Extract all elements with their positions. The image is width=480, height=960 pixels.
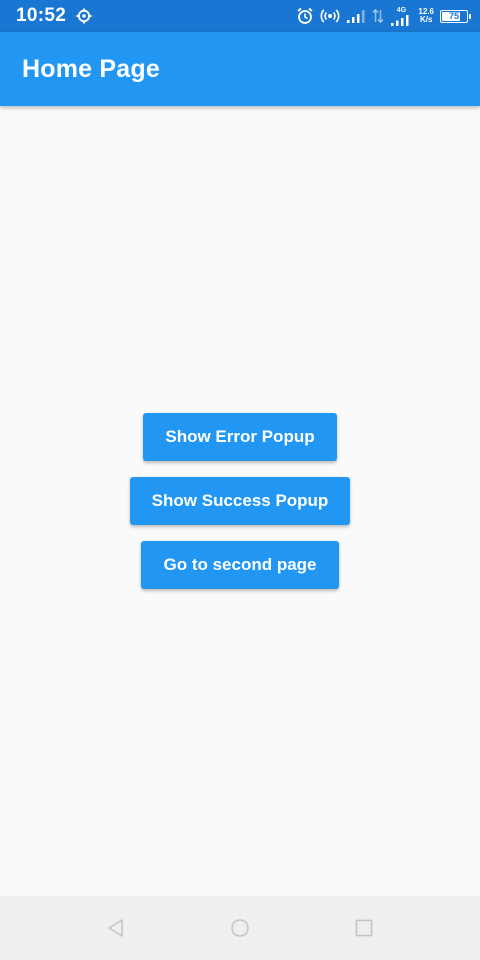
signal-4g-icon: 4G	[390, 7, 412, 26]
network-label: 4G	[396, 6, 407, 14]
app-bar: Home Page	[0, 32, 480, 106]
data-arrows-icon	[372, 8, 384, 24]
back-triangle-icon[interactable]	[106, 918, 126, 938]
page-title: Home Page	[22, 54, 160, 83]
home-circle-icon[interactable]	[230, 918, 250, 938]
network-speed: 12.6 K/s	[418, 8, 434, 24]
settings-gear-icon	[76, 8, 92, 24]
show-success-popup-button[interactable]: Show Success Popup	[129, 477, 351, 525]
status-time: 10:52	[16, 5, 67, 26]
status-bar: 10:52 4G 12.6 K/s 75	[0, 0, 480, 32]
go-to-second-page-button[interactable]: Go to second page	[141, 541, 339, 589]
battery-level: 75	[448, 11, 459, 21]
navigation-bar	[0, 896, 480, 960]
status-icons: 4G 12.6 K/s 75	[296, 7, 471, 26]
alarm-icon	[296, 7, 314, 25]
show-error-popup-button[interactable]: Show Error Popup	[143, 413, 337, 461]
signal-icon	[346, 9, 366, 23]
hotspot-icon	[320, 8, 340, 24]
speed-unit: K/s	[419, 15, 433, 24]
battery-icon: 75	[440, 9, 471, 23]
main-content: Show Error Popup Show Success Popup Go t…	[0, 106, 480, 896]
recents-square-icon[interactable]	[354, 918, 374, 938]
